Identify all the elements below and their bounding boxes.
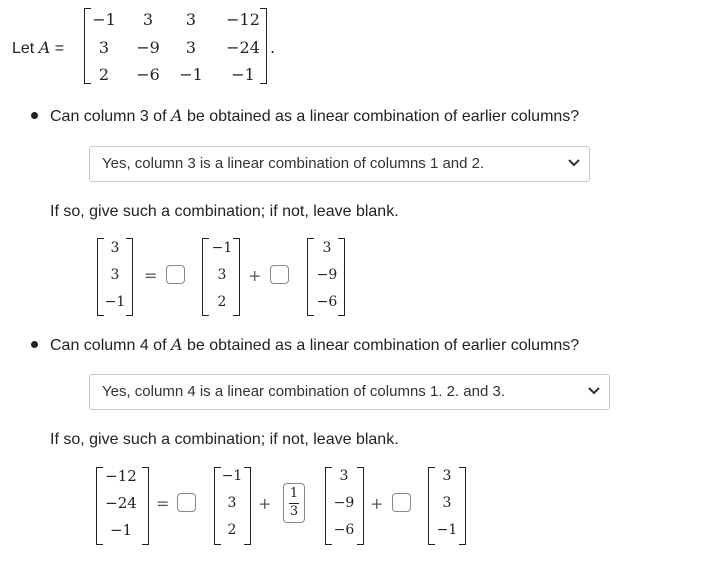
question-2-instruction: If so, give such a combination; if not, … xyxy=(50,431,399,448)
column-2-entry: −6 xyxy=(333,522,355,538)
coefficient-2-denominator: 3 xyxy=(289,504,299,519)
question-2-var: A xyxy=(170,335,183,354)
coefficient-2-numerator: 1 xyxy=(289,486,299,501)
target-entry: −1 xyxy=(104,294,126,310)
equals-operator: = xyxy=(144,266,158,285)
column-1-entry: 2 xyxy=(227,522,237,538)
target-entry: −1 xyxy=(109,521,133,539)
matrix-a-cell: 3 xyxy=(98,38,110,57)
matrix-a-cell: −1 xyxy=(231,65,255,84)
column-1-entry: −1 xyxy=(211,240,233,256)
coefficient-1-input[interactable] xyxy=(177,493,196,512)
column-1-entry: 3 xyxy=(217,267,227,283)
column-3-entry: −1 xyxy=(436,522,458,538)
matrix-a-cell: −6 xyxy=(136,65,160,84)
matrix-a-cell: −9 xyxy=(136,38,160,57)
chevron-down-icon xyxy=(568,159,580,167)
question-1-before: Can column 3 of xyxy=(50,108,171,125)
matrix-a-cell: 3 xyxy=(142,10,154,29)
question-2-text: Can column 4 of A be obtained as a linea… xyxy=(50,335,579,355)
question-1-selected-option: Yes, column 3 is a linear combination of… xyxy=(102,155,485,172)
period: . xyxy=(270,38,276,57)
column-2-entry: −9 xyxy=(333,495,355,511)
bullet xyxy=(31,341,38,348)
target-entry: −12 xyxy=(105,467,137,485)
column-2-entry: −9 xyxy=(316,267,338,283)
coefficient-3-input[interactable] xyxy=(392,493,411,512)
question-2-before: Can column 4 of xyxy=(50,337,171,354)
plus-operator: + xyxy=(248,266,262,285)
column-1-entry: −1 xyxy=(221,468,243,484)
matrix-a-cell: 2 xyxy=(98,65,110,84)
question-1-dropdown[interactable]: Yes, column 3 is a linear combination of… xyxy=(89,146,590,182)
target-entry: −24 xyxy=(105,494,137,512)
question-2-after: be obtained as a linear combination of e… xyxy=(182,337,580,354)
column-1-entry: 3 xyxy=(227,495,237,511)
matrix-name: A xyxy=(38,38,51,57)
plus-operator: + xyxy=(370,494,384,513)
column-1-entry: 2 xyxy=(217,294,227,310)
question-2-dropdown[interactable]: Yes, column 4 is a linear combination of… xyxy=(89,374,610,410)
plus-operator: + xyxy=(258,494,272,513)
question-1-after: be obtained as a linear combination of e… xyxy=(182,108,580,125)
target-entry: 3 xyxy=(110,240,120,256)
target-entry: 3 xyxy=(110,267,120,283)
question-2-selected-option: Yes, column 4 is a linear combination of… xyxy=(102,383,506,400)
question-1-var: A xyxy=(170,106,183,125)
matrix-a-cell: 3 xyxy=(185,10,197,29)
column-3-entry: 3 xyxy=(442,495,452,511)
matrix-a-cell: −1 xyxy=(92,10,116,29)
coefficient-2-input[interactable] xyxy=(270,265,289,284)
matrix-a-cell: −12 xyxy=(226,10,260,29)
let-label: Let A = xyxy=(12,38,64,58)
coefficient-2-input[interactable]: 1 3 xyxy=(283,483,305,523)
equals-sign: = xyxy=(54,40,65,57)
bullet xyxy=(31,112,38,119)
let-text: Let xyxy=(12,40,35,57)
matrix-a-cell: −1 xyxy=(179,65,203,84)
column-2-entry: −6 xyxy=(316,294,338,310)
equals-operator: = xyxy=(156,494,170,513)
matrix-a-cell: −24 xyxy=(226,38,260,57)
column-2-entry: 3 xyxy=(339,468,349,484)
question-1-instruction: If so, give such a combination; if not, … xyxy=(50,203,399,220)
chevron-down-icon xyxy=(588,387,600,395)
matrix-a-cell: 3 xyxy=(185,38,197,57)
column-3-entry: 3 xyxy=(442,468,452,484)
question-1-text: Can column 3 of A be obtained as a linea… xyxy=(50,106,579,126)
vector-bracket-right xyxy=(142,467,149,545)
column-2-entry: 3 xyxy=(322,240,332,256)
coefficient-1-input[interactable] xyxy=(166,265,185,284)
